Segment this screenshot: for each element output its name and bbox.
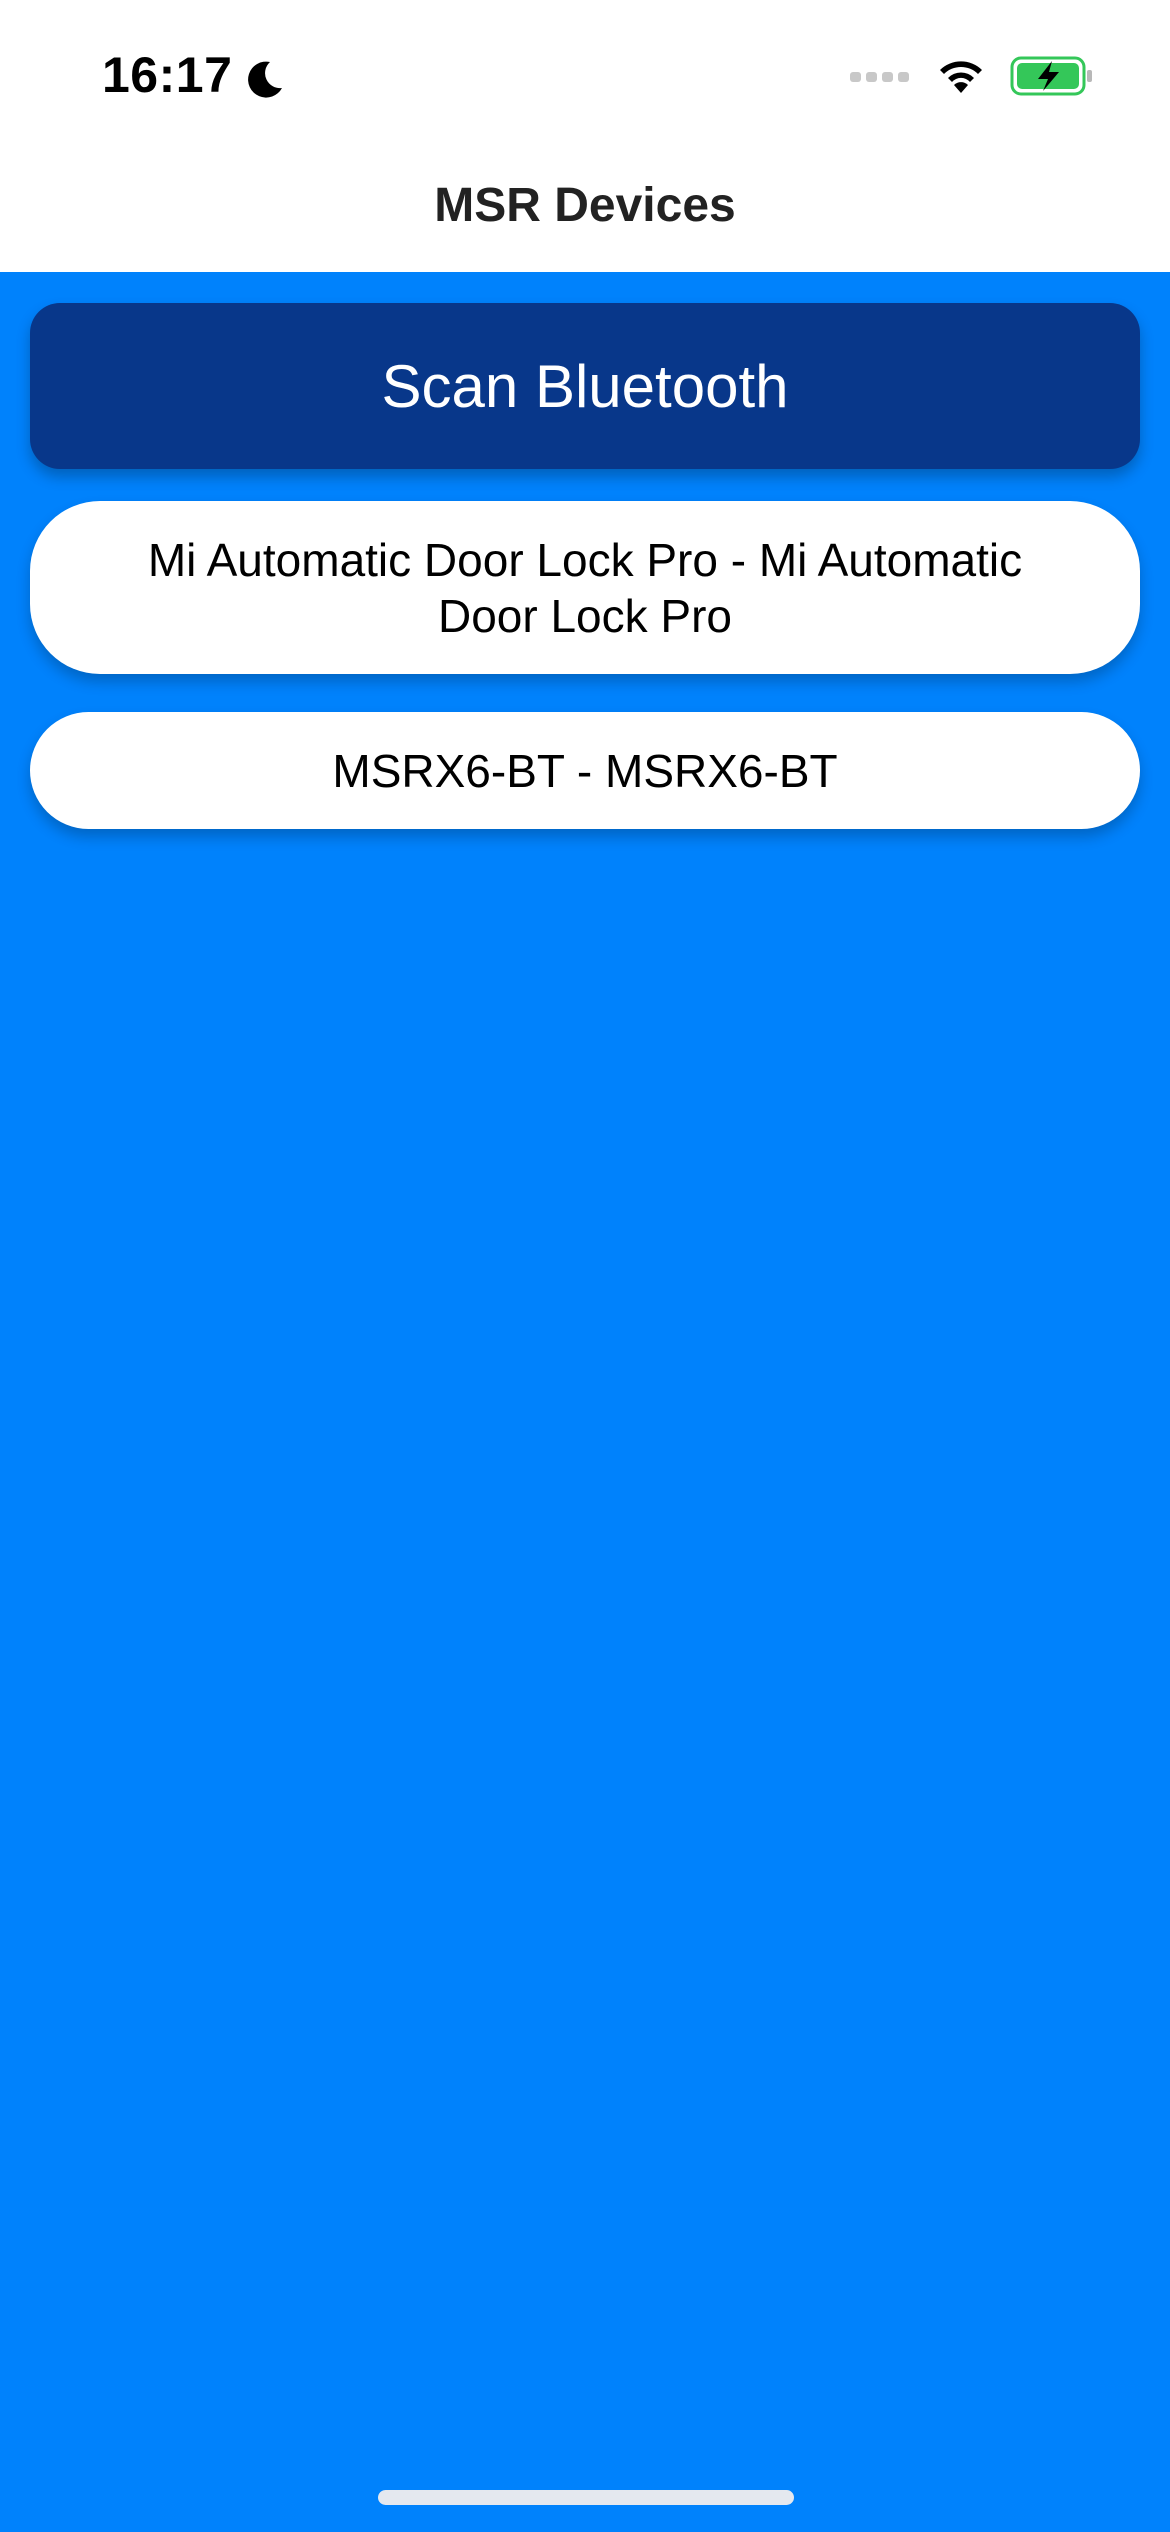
cellular-signal-icon bbox=[850, 66, 912, 86]
device-list-item[interactable]: MSRX6-BT - MSRX6-BT bbox=[30, 712, 1140, 829]
moon-icon bbox=[244, 54, 286, 98]
page-title: MSR Devices bbox=[434, 179, 736, 232]
time-text: 16:17 bbox=[102, 47, 233, 103]
device-list-item[interactable]: Mi Automatic Door Lock Pro - Mi Automati… bbox=[30, 501, 1140, 674]
device-label: Mi Automatic Door Lock Pro - Mi Automati… bbox=[147, 533, 1023, 642]
scan-bluetooth-button[interactable]: Scan Bluetooth bbox=[30, 303, 1140, 469]
status-bar-time: 16:17 bbox=[102, 46, 286, 104]
header: 16:17 MSR Devices bbox=[0, 0, 1170, 272]
device-label: MSRX6-BT - MSRX6-BT bbox=[332, 744, 838, 797]
status-bar-icons bbox=[850, 55, 1094, 97]
battery-charging-icon bbox=[1010, 55, 1094, 97]
home-indicator[interactable] bbox=[378, 2490, 794, 2505]
wifi-icon bbox=[936, 57, 986, 95]
